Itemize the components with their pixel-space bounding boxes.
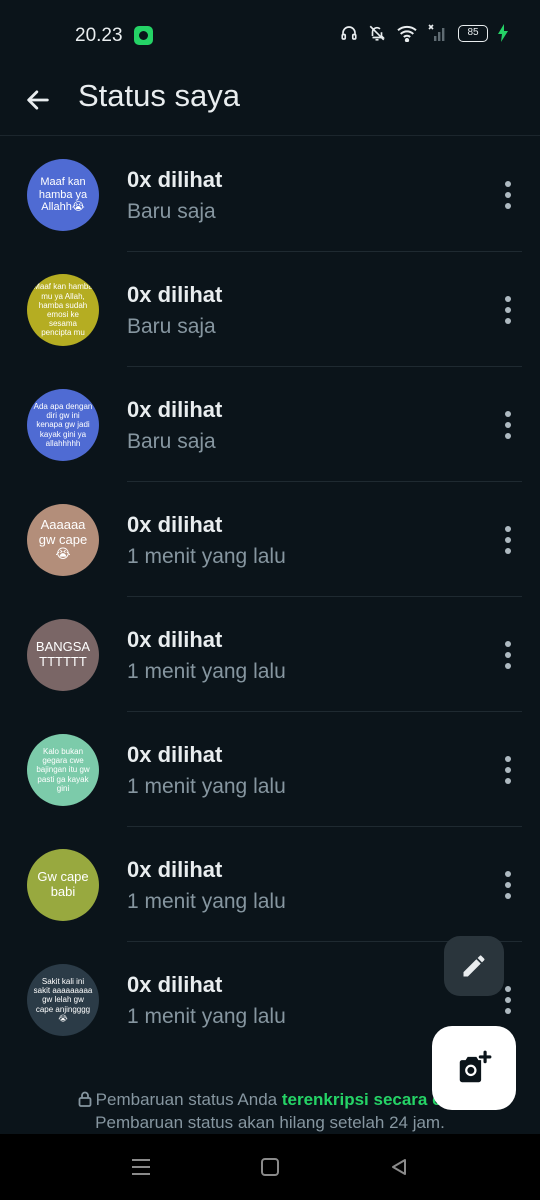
system-navigation-bar <box>0 1134 540 1200</box>
status-thumbnail[interactable]: Sakit kali ini sakit aaaaaaaaa gw lelah … <box>27 964 99 1036</box>
notice-line-2: Pembaruan status akan hilang setelah 24 … <box>95 1113 445 1132</box>
status-thumbnail[interactable]: Kalo bukan gegara cwe bajingan itu gw pa… <box>27 734 99 806</box>
more-options-button[interactable] <box>502 641 514 669</box>
status-item[interactable]: Gw cape babi 0x dilihat 1 menit yang lal… <box>0 827 540 942</box>
view-count: 0x dilihat <box>127 972 223 997</box>
bell-muted-icon <box>369 25 385 41</box>
view-count: 0x dilihat <box>127 512 223 537</box>
more-options-button[interactable] <box>502 871 514 899</box>
status-thumbnail[interactable]: Ada apa dengan diri gw ini kenapa gw jad… <box>27 389 99 461</box>
more-options-button[interactable] <box>502 296 514 324</box>
status-item[interactable]: Maaf kan hamba mu ya Allah, hamba sudah … <box>0 252 540 367</box>
back-nav-button[interactable] <box>386 1154 412 1180</box>
status-thumbnail[interactable]: BANGSATTTTTT <box>27 619 99 691</box>
charging-bolt-icon <box>498 24 508 42</box>
page-title: Status saya <box>78 78 240 113</box>
system-status-bar: 20.23 85 <box>0 0 540 70</box>
home-button[interactable] <box>257 1154 283 1180</box>
back-button[interactable] <box>18 80 58 120</box>
recent-apps-button[interactable] <box>128 1154 154 1180</box>
view-count: 0x dilihat <box>127 397 223 422</box>
status-timestamp: 1 menit yang lalu <box>127 890 286 913</box>
view-count: 0x dilihat <box>127 742 223 767</box>
headphones-icon <box>341 26 357 40</box>
status-thumbnail[interactable]: Gw cape babi <box>27 849 99 921</box>
pencil-icon <box>463 955 485 977</box>
clock: 20.23 <box>75 25 123 46</box>
arrow-left-icon <box>27 90 49 110</box>
view-count: 0x dilihat <box>127 627 223 652</box>
status-timestamp: 1 menit yang lalu <box>127 545 286 568</box>
status-item[interactable]: Kalo bukan gegara cwe bajingan itu gw pa… <box>0 712 540 827</box>
system-icons: 85 <box>340 24 508 42</box>
status-timestamp: 1 menit yang lalu <box>127 660 286 683</box>
status-thumbnail[interactable]: Aaaaaa gw cape 😭 <box>27 504 99 576</box>
status-timestamp: Baru saja <box>127 315 216 338</box>
status-item[interactable]: Maaf kan hamba ya Allahh😭 0x dilihat Bar… <box>0 137 540 252</box>
more-options-button[interactable] <box>502 411 514 439</box>
status-timestamp: 1 menit yang lalu <box>127 775 286 798</box>
view-count: 0x dilihat <box>127 857 223 882</box>
camera-plus-icon <box>459 1050 492 1083</box>
status-timestamp: Baru saja <box>127 200 216 223</box>
view-count: 0x dilihat <box>127 282 223 307</box>
signal-icon <box>428 24 445 41</box>
notice-prefix: Pembaruan status Anda <box>95 1090 282 1109</box>
triangle-back-icon <box>392 1159 406 1175</box>
status-thumbnail[interactable]: Maaf kan hamba ya Allahh😭 <box>27 159 99 231</box>
menu-lines-icon <box>132 1159 150 1175</box>
more-options-button[interactable] <box>502 181 514 209</box>
more-options-button[interactable] <box>502 986 514 1014</box>
status-timestamp: 1 menit yang lalu <box>127 1005 286 1028</box>
more-options-button[interactable] <box>502 526 514 554</box>
status-list: Maaf kan hamba ya Allahh😭 0x dilihat Bar… <box>0 137 540 1057</box>
more-options-button[interactable] <box>502 756 514 784</box>
notification-app-icon <box>134 26 153 45</box>
wifi-icon <box>397 25 417 42</box>
square-icon <box>261 1158 279 1176</box>
text-status-button[interactable] <box>444 936 504 996</box>
status-thumbnail[interactable]: Maaf kan hamba mu ya Allah, hamba sudah … <box>27 274 99 346</box>
status-item[interactable]: Ada apa dengan diri gw ini kenapa gw jad… <box>0 367 540 482</box>
battery-indicator: 85 <box>458 24 488 42</box>
status-item[interactable]: BANGSATTTTTT 0x dilihat 1 menit yang lal… <box>0 597 540 712</box>
status-item[interactable]: Aaaaaa gw cape 😭 0x dilihat 1 menit yang… <box>0 482 540 597</box>
status-timestamp: Baru saja <box>127 430 216 453</box>
lock-icon <box>78 1091 92 1107</box>
camera-status-button[interactable] <box>432 1026 516 1110</box>
view-count: 0x dilihat <box>127 167 223 192</box>
app-bar: Status saya <box>0 70 540 136</box>
